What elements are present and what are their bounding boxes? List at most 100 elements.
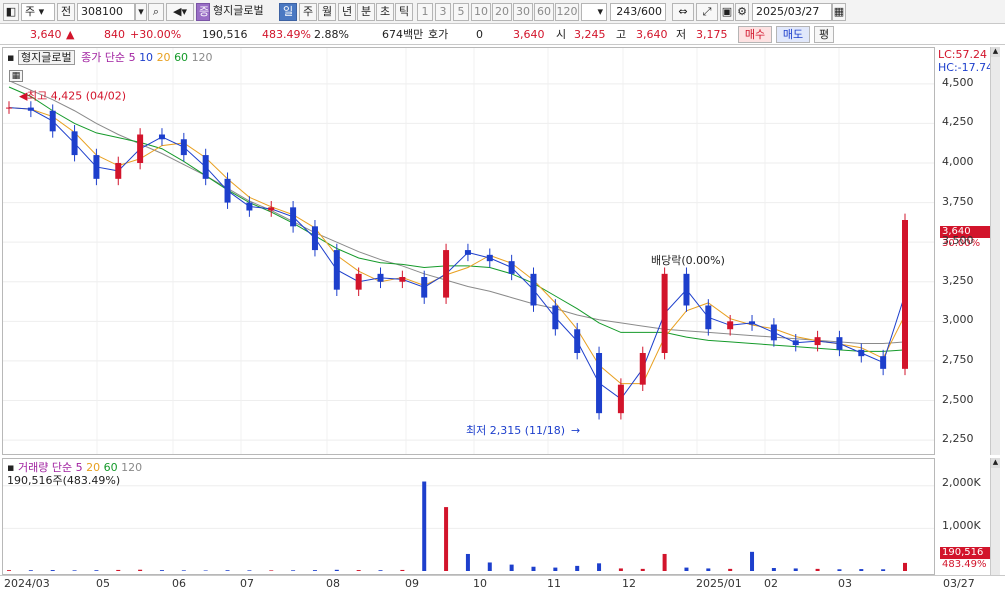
low-label: 저 [676, 28, 687, 41]
volume-bar [378, 570, 383, 571]
candle-body [770, 324, 777, 341]
avg-button[interactable]: 평 [814, 26, 834, 43]
save-icon[interactable]: ▣ [720, 3, 734, 21]
volume-bar [444, 507, 449, 571]
price-panel-name[interactable]: 형지글로벌 [17, 50, 75, 65]
interval-5[interactable]: 5 [453, 3, 469, 21]
bar-count-input[interactable]: 243/600 [610, 3, 666, 21]
market-select[interactable]: 주 ▾ [21, 3, 55, 21]
market-value: 주 [25, 5, 36, 18]
x-axis-label: 02 [764, 577, 778, 590]
ma120-label: 120 [191, 51, 213, 64]
volume-bar [750, 551, 755, 571]
ma20-line [8, 107, 906, 385]
candle-body [858, 349, 865, 357]
period-tab-month[interactable]: 월 [318, 3, 336, 21]
last-volume-pct: 483.49% [942, 559, 987, 570]
candle-body [180, 139, 187, 156]
draw-tool-icon[interactable]: ⤢ [696, 3, 718, 21]
x-axis-label: 10 [473, 577, 487, 590]
toolbar: ◧ 주 ▾ 전 308100 ▾ ⌕ ◀▾ 증 형지글로벌 일 주 월 년 분 … [0, 0, 1005, 24]
interval-30[interactable]: 30 [513, 3, 533, 21]
candle-body [596, 353, 603, 414]
period-tab-year[interactable]: 년 [338, 3, 356, 21]
price-scrollbar[interactable]: ▲ [990, 47, 1000, 455]
prev-button[interactable]: 전 [57, 3, 75, 21]
interval-3[interactable]: 3 [435, 3, 451, 21]
chevron-down-icon: ▾ [597, 5, 603, 18]
zoom-icon[interactable]: ⇔ [672, 3, 694, 21]
low-annotation: 최저 2,315 (11/18) [466, 424, 565, 437]
calendar-icon[interactable]: ▦ [832, 3, 846, 21]
ma5-label: 5 [128, 51, 136, 64]
interval-120[interactable]: 120 [555, 3, 579, 21]
volume-bar [465, 553, 470, 571]
right-arrow-icon: → [571, 424, 580, 437]
interval-1[interactable]: 1 [417, 3, 433, 21]
interval-60[interactable]: 60 [534, 3, 554, 21]
volume-legend-title: 거래량 단순 [17, 461, 73, 474]
candle-body [617, 384, 624, 414]
period-tab-tick[interactable]: 틱 [395, 3, 413, 21]
price-tick-label: 4,250 [942, 115, 974, 129]
volume-chart[interactable] [3, 459, 935, 575]
candle-body [71, 131, 78, 156]
current-price: 3,640 [30, 28, 62, 41]
candle-body [530, 273, 537, 306]
price-tick-label: 2,250 [942, 432, 974, 446]
volume-scrollbar[interactable]: ▲ [990, 458, 1000, 575]
left-arrow-icon: ◀ [19, 90, 28, 103]
interval-custom-select[interactable]: ▾ [581, 3, 607, 21]
volume-bar [116, 569, 121, 571]
x-axis-label: 03/27 [943, 577, 975, 590]
open-label: 시 [556, 28, 567, 41]
period-tab-week[interactable]: 주 [299, 3, 317, 21]
scroll-up-icon[interactable]: ▲ [991, 458, 1000, 468]
buy-button[interactable]: 매수 [738, 26, 772, 43]
period-tab-day[interactable]: 일 [279, 3, 297, 21]
x-axis-label: 06 [172, 577, 186, 590]
volume-bar [312, 570, 317, 571]
vma60-label: 60 [103, 461, 118, 474]
gear-icon[interactable]: ⚙ [735, 3, 749, 21]
candle-body [290, 207, 297, 227]
vma20-label: 20 [86, 461, 101, 474]
interval-10[interactable]: 10 [471, 3, 491, 21]
price-tick-label: 3,750 [942, 194, 974, 208]
code-dropdown-icon[interactable]: ▾ [135, 3, 147, 21]
price-tick-label: 3,500 [942, 234, 974, 248]
sell-button[interactable]: 매도 [776, 26, 810, 43]
period-tab-minute[interactable]: 분 [357, 3, 375, 21]
price-tick-label: 3,250 [942, 273, 974, 287]
scroll-up-icon[interactable]: ▲ [991, 47, 1000, 57]
volume-bar [903, 562, 907, 571]
dividend-annotation: 배당락(0.00%) [651, 254, 725, 267]
x-axis-label: 09 [405, 577, 419, 590]
candle-body [224, 178, 231, 203]
period-tab-second[interactable]: 초 [376, 3, 394, 21]
candle-body [464, 250, 471, 255]
stock-code-input[interactable]: 308100 [77, 3, 135, 21]
x-axis-label: 11 [547, 577, 561, 590]
search-icon[interactable]: ⌕ [148, 3, 164, 21]
candle-body [727, 321, 734, 330]
candle-body [705, 305, 712, 330]
x-axis-label: 2025/01 [696, 577, 742, 590]
candle-body [552, 305, 559, 330]
volume-value-label: 190,516주(483.49%) [7, 474, 121, 487]
sound-icon[interactable]: ◀▾ [166, 3, 194, 21]
hoga-value: 0 [476, 28, 483, 41]
volume-bar [793, 568, 798, 571]
interval-20[interactable]: 20 [492, 3, 512, 21]
date-input[interactable]: 2025/03/27 [752, 3, 832, 21]
price-change: 840 [104, 28, 125, 41]
price-chart[interactable]: 최고 4,425 (04/02)◀ 최저 2,315 (11/18) → 배당락(0.… [3, 48, 935, 455]
volume-legend: ▪ 거래량 단순 5 20 60 120 [7, 461, 142, 475]
volume-tick: 1,000K [942, 519, 981, 532]
panel-toggle-icon[interactable]: ▦ [9, 70, 23, 82]
volume-bar [881, 569, 886, 571]
window-menu-icon[interactable]: ◧ [3, 3, 19, 21]
volume-bar [597, 563, 602, 571]
candle-body [486, 254, 493, 262]
volume-value: 190,516 [202, 28, 248, 41]
